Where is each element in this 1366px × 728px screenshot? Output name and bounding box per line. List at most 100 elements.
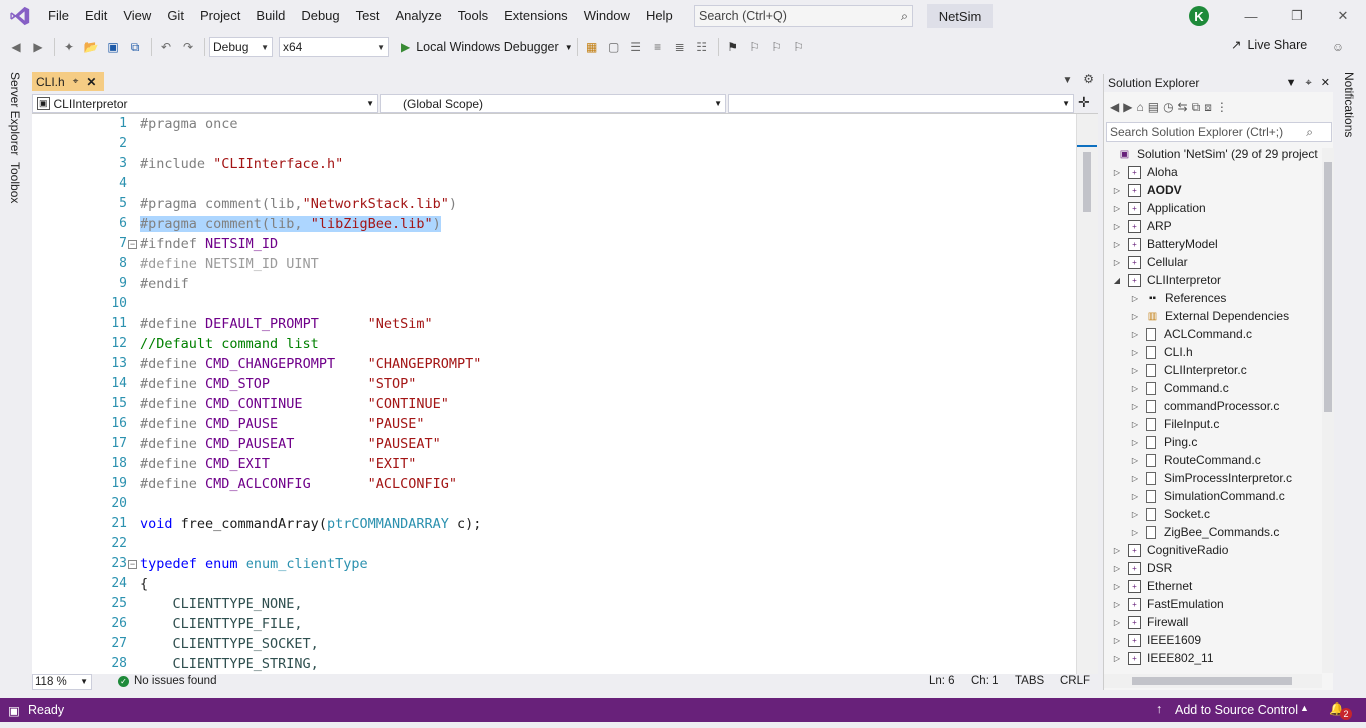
project-dropdown[interactable]: ▣ CLIInterpretor ▼ bbox=[32, 94, 378, 113]
menu-extensions[interactable]: Extensions bbox=[496, 0, 576, 32]
switch-views-icon[interactable]: ▤ bbox=[1148, 100, 1159, 114]
save-all-icon[interactable]: ⧉ bbox=[125, 37, 145, 57]
collapsed-chevron-icon[interactable]: ▷ bbox=[1130, 348, 1140, 357]
tree-project-node[interactable]: ▷ + CognitiveRadio bbox=[1112, 541, 1228, 559]
menu-edit[interactable]: Edit bbox=[77, 0, 115, 32]
avatar[interactable]: K bbox=[1189, 6, 1209, 26]
restore-icon[interactable]: ❐ bbox=[1274, 0, 1320, 32]
menu-help[interactable]: Help bbox=[638, 0, 681, 32]
tree-project-node[interactable]: ▷ + Application bbox=[1112, 199, 1206, 217]
previous-bookmark-icon[interactable]: ⚐ bbox=[745, 37, 765, 57]
tree-file-node[interactable]: ▷ CLI.h bbox=[1130, 343, 1193, 361]
tab-list-dropdown-icon[interactable]: ▼ bbox=[1063, 75, 1073, 86]
tree-project-node[interactable]: ▷ + IEEE802_11 bbox=[1112, 649, 1214, 667]
sync-icon[interactable]: ⇆ bbox=[1178, 100, 1188, 114]
menu-project[interactable]: Project bbox=[192, 0, 248, 32]
tree-project-node[interactable]: ▷ + DSR bbox=[1112, 559, 1172, 577]
more-icon[interactable]: ⋮ bbox=[1216, 100, 1228, 114]
configuration-dropdown[interactable]: Debug ▼ bbox=[209, 37, 273, 57]
tree-file-node[interactable]: ▷ Socket.c bbox=[1130, 505, 1210, 523]
browser-link-icon[interactable]: ▢ bbox=[604, 37, 624, 57]
collapsed-chevron-icon[interactable]: ▷ bbox=[1112, 582, 1122, 591]
menu-window[interactable]: Window bbox=[576, 0, 638, 32]
redo-icon[interactable]: ↷ bbox=[178, 37, 198, 57]
close-tab-icon[interactable]: ✕ bbox=[86, 75, 96, 89]
pin-icon[interactable]: ⌖ bbox=[1306, 77, 1312, 89]
collapsed-chevron-icon[interactable]: ▷ bbox=[1130, 384, 1140, 393]
collapsed-chevron-icon[interactable]: ▷ bbox=[1112, 564, 1122, 573]
tab-cli-h[interactable]: CLI.h ⌖ ✕ bbox=[32, 72, 104, 91]
tree-project-node[interactable]: ▷ + IEEE1609 bbox=[1112, 631, 1201, 649]
tree-file-node[interactable]: ▷ Command.c bbox=[1130, 379, 1229, 397]
visual-studio-logo-icon[interactable] bbox=[0, 0, 40, 32]
tree-project-node[interactable]: ▷ + Ethernet bbox=[1112, 577, 1192, 595]
menu-view[interactable]: View bbox=[115, 0, 159, 32]
collapse-region-icon[interactable]: − bbox=[128, 560, 137, 569]
settings-gear-icon[interactable]: ⚙ bbox=[1083, 72, 1094, 86]
zoom-dropdown[interactable]: 118 % ▼ bbox=[32, 674, 92, 690]
collapsed-chevron-icon[interactable]: ▷ bbox=[1112, 204, 1122, 213]
collapsed-chevron-icon[interactable]: ▷ bbox=[1130, 312, 1140, 321]
live-share-button[interactable]: ↗ Live Share bbox=[1231, 37, 1307, 53]
scrollbar-thumb[interactable] bbox=[1083, 152, 1091, 212]
tree-file-node[interactable]: ▷ SimulationCommand.c bbox=[1130, 487, 1285, 505]
tree-project-node[interactable]: ▷ + AODV bbox=[1112, 181, 1182, 199]
collapsed-chevron-icon[interactable]: ▷ bbox=[1112, 186, 1122, 195]
collapsed-chevron-icon[interactable]: ▷ bbox=[1112, 636, 1122, 645]
next-bookmark-icon[interactable]: ⚐ bbox=[767, 37, 787, 57]
collapsed-chevron-icon[interactable]: ▷ bbox=[1112, 600, 1122, 609]
tree-file-node[interactable]: ▷ RouteCommand.c bbox=[1130, 451, 1261, 469]
collapsed-chevron-icon[interactable]: ▷ bbox=[1130, 474, 1140, 483]
tree-project-node[interactable]: ▷ + Cellular bbox=[1112, 253, 1188, 271]
tree-file-node[interactable]: ▷ Ping.c bbox=[1130, 433, 1197, 451]
forward-icon[interactable]: ▶ bbox=[1123, 100, 1132, 114]
notifications-tab[interactable]: Notifications bbox=[1342, 72, 1356, 137]
home-icon[interactable]: ⌂ bbox=[1136, 100, 1143, 114]
chevron-down-icon[interactable]: ▼ bbox=[565, 43, 573, 52]
tree-file-node[interactable]: ▷ ZigBee_Commands.c bbox=[1130, 523, 1279, 541]
feedback-icon[interactable]: ☺ bbox=[1328, 37, 1348, 57]
toolbox-tab[interactable]: Toolbox bbox=[8, 162, 22, 203]
tree-project-node[interactable]: ▷ + Aloha bbox=[1112, 163, 1178, 181]
collapse-region-icon[interactable]: − bbox=[128, 240, 137, 249]
split-window-icon[interactable]: ✛ bbox=[1078, 94, 1090, 111]
search-input[interactable]: Search (Ctrl+Q) ⌕ bbox=[694, 5, 913, 27]
indentation-indicator[interactable]: TABS bbox=[1015, 675, 1044, 687]
tree-project-node[interactable]: ▷ + ARP bbox=[1112, 217, 1172, 235]
menu-build[interactable]: Build bbox=[248, 0, 293, 32]
start-debugging-button[interactable]: ▶ Local Windows Debugger ▼ bbox=[401, 40, 573, 54]
tree-project-node[interactable]: ▷ + BatteryModel bbox=[1112, 235, 1218, 253]
tree-file-node[interactable]: ▷ ACLCommand.c bbox=[1130, 325, 1252, 343]
pending-changes-icon[interactable]: ◷ bbox=[1163, 100, 1173, 114]
editor-vertical-scrollbar[interactable] bbox=[1076, 114, 1098, 674]
collapsed-chevron-icon[interactable]: ▷ bbox=[1130, 510, 1140, 519]
tree-file-node[interactable]: ▷ FileInput.c bbox=[1130, 415, 1219, 433]
collapsed-chevron-icon[interactable]: ▷ bbox=[1112, 222, 1122, 231]
collapsed-chevron-icon[interactable]: ▷ bbox=[1130, 456, 1140, 465]
navigate-forward-icon[interactable]: ▶ bbox=[28, 37, 48, 57]
chevron-down-icon[interactable]: ▼ bbox=[1286, 77, 1297, 89]
solution-search-input[interactable]: Search Solution Explorer (Ctrl+;) ⌕ bbox=[1106, 122, 1332, 142]
back-icon[interactable]: ◀ bbox=[1110, 100, 1119, 114]
tree-file-node[interactable]: ▷ ▪▪ References bbox=[1130, 289, 1226, 307]
platform-dropdown[interactable]: x64 ▼ bbox=[279, 37, 389, 57]
menu-file[interactable]: File bbox=[40, 0, 77, 32]
add-to-source-control-button[interactable]: Add to Source Control bbox=[1175, 703, 1298, 717]
scrollbar-thumb[interactable] bbox=[1324, 162, 1332, 412]
collapsed-chevron-icon[interactable]: ▷ bbox=[1112, 654, 1122, 663]
collapse-all-icon[interactable]: ⧉ bbox=[1192, 100, 1201, 115]
solution-vertical-scrollbar[interactable] bbox=[1322, 148, 1334, 673]
clear-bookmarks-icon[interactable]: ⚐ bbox=[789, 37, 809, 57]
code-editor[interactable]: 1 2 3 4 5 6 7 8 9 10 11 12 13 14 15 16 17 18 19 20 21 22 23 24 2… bbox=[32, 114, 1076, 674]
solution-horizontal-scrollbar[interactable] bbox=[1104, 674, 1322, 688]
tree-project-node[interactable]: ◢ + CLIInterpretor bbox=[1112, 271, 1221, 289]
tree-project-node[interactable]: ▷ + FastEmulation bbox=[1112, 595, 1224, 613]
menu-tools[interactable]: Tools bbox=[450, 0, 496, 32]
comment-icon[interactable]: ≣ bbox=[670, 37, 690, 57]
collapsed-chevron-icon[interactable]: ▷ bbox=[1130, 366, 1140, 375]
line-indicator[interactable]: Ln: 6 bbox=[929, 675, 955, 687]
member-dropdown[interactable]: ▼ bbox=[728, 94, 1074, 113]
line-ending-indicator[interactable]: CRLF bbox=[1060, 675, 1090, 687]
collapsed-chevron-icon[interactable]: ▷ bbox=[1130, 330, 1140, 339]
collapsed-chevron-icon[interactable]: ▷ bbox=[1130, 420, 1140, 429]
